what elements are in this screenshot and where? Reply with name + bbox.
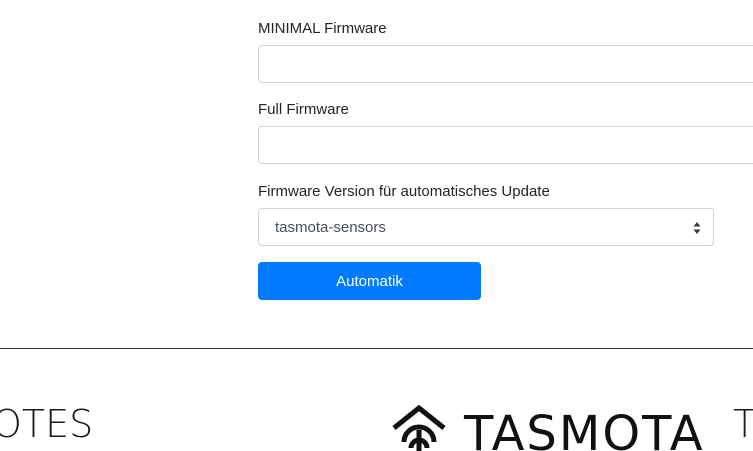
auto-update-version-label: Firmware Version für automatisches Updat… <box>258 183 550 200</box>
page: MINIMAL Firmware Full Firmware Firmware … <box>0 0 753 451</box>
tasmota-logo-text: TASMOTA <box>464 406 705 451</box>
footer-right-text: T <box>733 402 753 446</box>
full-firmware-label: Full Firmware <box>258 101 349 118</box>
firmware-version-select[interactable]: tasmota-sensors <box>258 208 714 246</box>
minimal-firmware-label: MINIMAL Firmware <box>258 20 387 37</box>
firmware-version-selected-value: tasmota-sensors <box>275 218 386 236</box>
tasmota-house-icon <box>392 404 446 451</box>
tasmota-logo: TASMOTA <box>390 404 705 451</box>
footer-divider <box>0 348 753 349</box>
minimal-firmware-input[interactable] <box>258 45 753 83</box>
select-arrows-icon <box>693 222 701 234</box>
footer-left-text: OTES <box>0 402 94 446</box>
automatik-button[interactable]: Automatik <box>258 262 481 300</box>
full-firmware-input[interactable] <box>258 126 753 164</box>
